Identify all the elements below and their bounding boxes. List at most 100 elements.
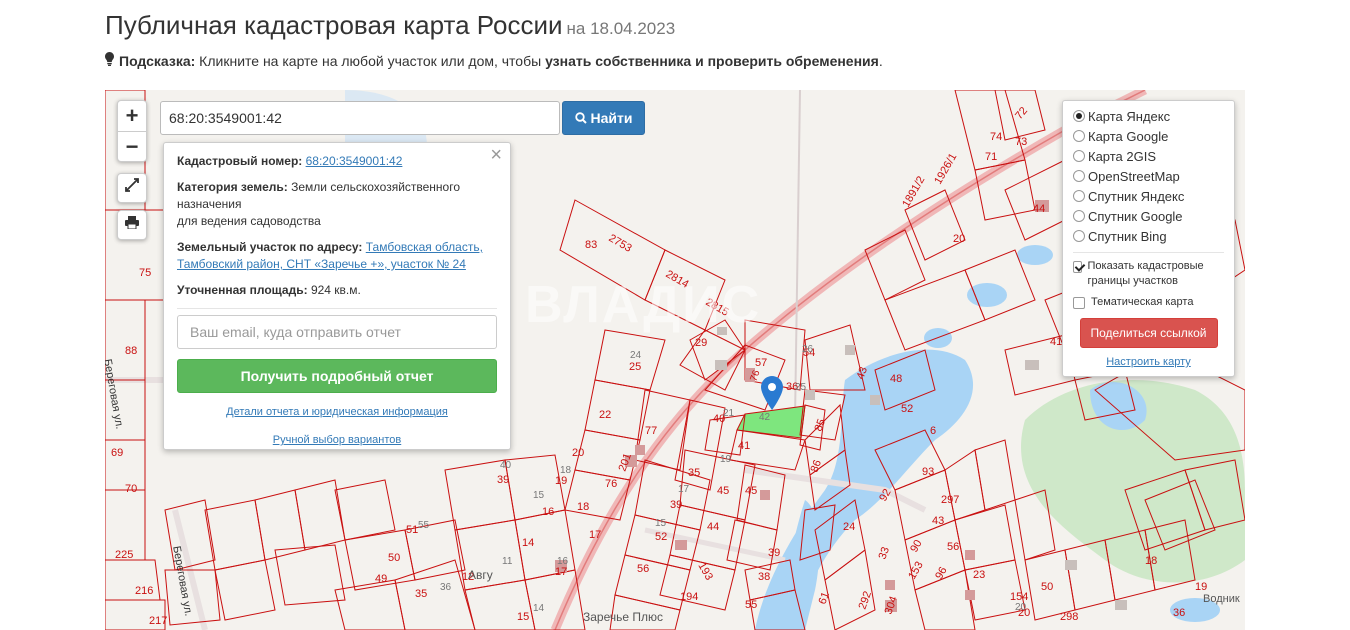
radio-button[interactable] <box>1073 110 1085 122</box>
cadastral-number-link[interactable]: 68:20:3549001:42 <box>306 154 403 168</box>
location-marker-icon[interactable] <box>761 376 783 410</box>
svg-text:1926/1: 1926/1 <box>932 151 959 186</box>
svg-text:44: 44 <box>1033 203 1045 215</box>
svg-text:93: 93 <box>922 466 934 478</box>
svg-text:48: 48 <box>890 373 902 385</box>
radio-button[interactable] <box>1073 230 1085 242</box>
area-value: 924 кв.м. <box>310 283 361 297</box>
page-title: Публичная кадастровая карта России на 18.… <box>105 10 676 40</box>
svg-text:14: 14 <box>522 537 534 549</box>
radio-button[interactable] <box>1073 130 1085 142</box>
svg-text:72: 72 <box>1013 105 1030 122</box>
close-icon[interactable]: × <box>490 145 502 165</box>
land-category-row: Категория земель: Земли сельскохозяйстве… <box>177 179 497 230</box>
svg-text:225: 225 <box>115 549 133 561</box>
radio-button[interactable] <box>1073 210 1085 222</box>
map-layer-option[interactable]: OpenStreetMap <box>1073 167 1224 187</box>
map-layer-label: Карта Google <box>1088 129 1169 144</box>
svg-text:43: 43 <box>932 515 944 527</box>
address-label: Земельный участок по адресу: <box>177 240 363 254</box>
radio-button[interactable] <box>1073 170 1085 182</box>
place-label: Водник <box>1203 593 1240 605</box>
svg-text:21: 21 <box>723 408 735 419</box>
lightbulb-icon <box>105 52 115 69</box>
search-input[interactable]: 68:20:3549001:42 <box>160 101 560 135</box>
address-row: Земельный участок по адресу: Тамбовская … <box>177 239 497 273</box>
map-layer-option[interactable]: Спутник Яндекс <box>1073 187 1224 207</box>
zoom-control: + − <box>117 100 147 162</box>
svg-text:41: 41 <box>738 440 750 452</box>
cadastral-number-label: Кадастровый номер: <box>177 154 303 168</box>
svg-text:17: 17 <box>555 566 567 578</box>
svg-text:35: 35 <box>415 588 427 600</box>
svg-text:6: 6 <box>930 425 936 437</box>
cadastral-map[interactable]: 75 88 69 70 225 216 217 83 2753 2814 2815 29 25 2… <box>105 90 1245 630</box>
configure-map-link[interactable]: Настроить карту <box>1073 356 1224 368</box>
svg-text:39: 39 <box>497 474 509 486</box>
svg-text:39: 39 <box>768 547 780 559</box>
zoom-out-button[interactable]: − <box>118 131 146 161</box>
svg-text:88: 88 <box>125 345 137 357</box>
svg-text:36: 36 <box>1173 607 1185 619</box>
share-link-button[interactable]: Поделиться ссылкой <box>1079 318 1218 348</box>
fullscreen-icon <box>125 178 139 192</box>
map-layer-option[interactable]: Карта Яндекс <box>1073 107 1224 127</box>
map-layer-option[interactable]: Спутник Bing <box>1073 227 1224 247</box>
svg-text:193: 193 <box>695 561 715 583</box>
thematic-map-checkbox[interactable] <box>1073 297 1085 309</box>
svg-text:18: 18 <box>560 465 572 476</box>
svg-text:19: 19 <box>720 454 732 465</box>
svg-text:29: 29 <box>695 337 707 349</box>
svg-text:52: 52 <box>901 403 913 415</box>
thematic-map-option[interactable]: Тематическая карта <box>1073 295 1224 310</box>
radio-button[interactable] <box>1073 150 1085 162</box>
svg-text:57: 57 <box>755 357 767 369</box>
map-layer-option[interactable]: Карта 2GIS <box>1073 147 1224 167</box>
svg-text:69: 69 <box>111 447 123 459</box>
svg-text:18: 18 <box>1145 555 1157 567</box>
radio-button[interactable] <box>1073 190 1085 202</box>
search-button[interactable]: Найти <box>562 101 645 135</box>
print-icon <box>125 216 139 230</box>
svg-text:35: 35 <box>688 467 700 479</box>
zoom-in-button[interactable]: + <box>118 101 146 131</box>
map-layer-option[interactable]: Спутник Google <box>1073 207 1224 227</box>
show-borders-option[interactable]: Показать кадастровые границы участков <box>1073 259 1224 289</box>
map-layer-label: Карта Яндекс <box>1088 109 1171 124</box>
svg-text:55: 55 <box>418 520 430 531</box>
svg-text:20: 20 <box>572 447 584 459</box>
map-layer-option[interactable]: Карта Google <box>1073 127 1224 147</box>
get-report-button[interactable]: Получить подробный отчет <box>177 359 497 393</box>
thematic-map-label: Тематическая карта <box>1091 296 1194 308</box>
svg-text:56: 56 <box>947 541 959 553</box>
svg-text:51: 51 <box>406 524 418 536</box>
parcel-info-panel: × Кадастровый номер: 68:20:3549001:42 Ка… <box>163 142 511 450</box>
svg-text:292: 292 <box>857 590 875 611</box>
hint-text: Кликните на карте на любой участок или д… <box>195 53 546 69</box>
area-label: Уточненная площадь: <box>177 283 308 297</box>
svg-text:11: 11 <box>502 556 513 567</box>
email-field[interactable]: Ваш email, куда отправить отчет <box>177 315 497 349</box>
svg-text:86: 86 <box>809 458 824 474</box>
svg-text:42: 42 <box>759 412 771 423</box>
svg-text:83: 83 <box>585 239 597 251</box>
svg-text:194: 194 <box>680 591 698 603</box>
fullscreen-button[interactable] <box>117 173 147 203</box>
svg-text:77: 77 <box>645 425 657 437</box>
svg-text:71: 71 <box>985 151 997 163</box>
print-button[interactable] <box>117 210 147 240</box>
cadastral-number-row: Кадастровый номер: 68:20:3549001:42 <box>177 153 497 170</box>
svg-text:17: 17 <box>589 529 601 541</box>
svg-text:15: 15 <box>533 490 545 501</box>
report-details-link[interactable]: Детали отчета и юридическая информация <box>177 404 497 421</box>
svg-text:23: 23 <box>973 569 985 581</box>
svg-text:90: 90 <box>908 538 925 555</box>
svg-text:24: 24 <box>630 350 642 361</box>
svg-text:56: 56 <box>637 563 649 575</box>
manual-selection-link[interactable]: Ручной выбор вариантов <box>177 432 497 449</box>
hint-bold: узнать собственника и проверить обремене… <box>545 53 879 69</box>
map-layer-label: Спутник Google <box>1088 209 1183 224</box>
svg-text:25: 25 <box>795 382 807 393</box>
show-borders-checkbox[interactable] <box>1073 261 1082 273</box>
svg-text:40: 40 <box>500 460 512 471</box>
